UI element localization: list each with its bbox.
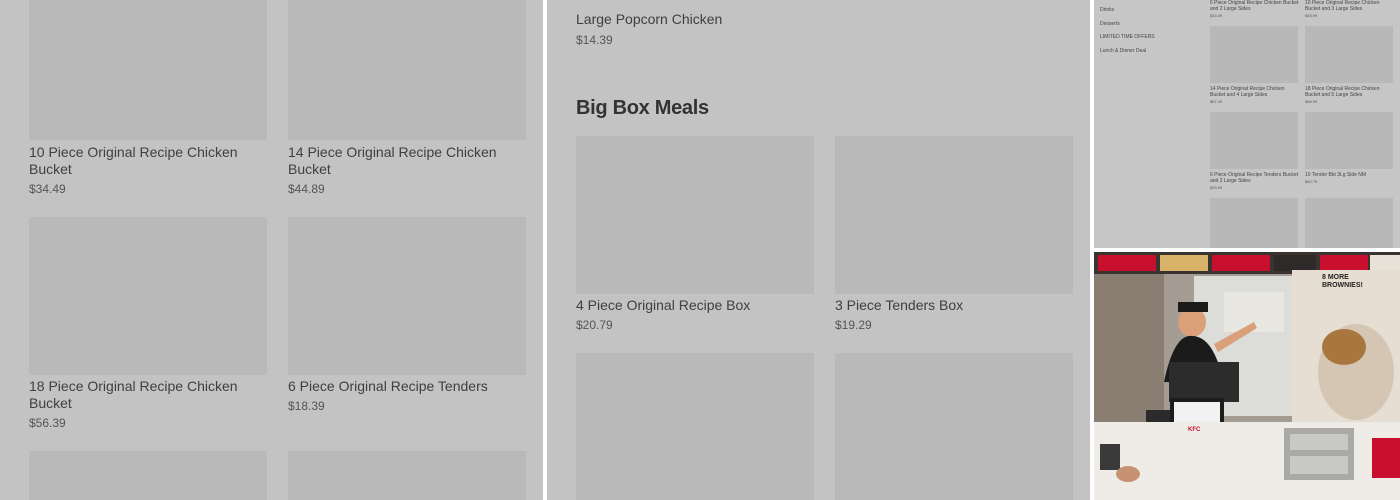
item-image[interactable] — [1305, 112, 1393, 169]
item-image[interactable] — [835, 136, 1073, 294]
item-image[interactable] — [29, 0, 267, 140]
item-name[interactable]: 14 Piece Original Recipe Chicken Bucket — [288, 144, 508, 178]
item-price: $19.29 — [835, 318, 872, 332]
item-name[interactable]: 6 Piece Original Recipe Tenders — [288, 378, 518, 395]
item-image[interactable] — [1210, 26, 1298, 83]
item-image[interactable] — [576, 353, 814, 500]
item-name[interactable]: 6 Piece Original Recipe Chicken Bucket a… — [1210, 0, 1300, 12]
sidebar-item-desserts[interactable]: Desserts — [1100, 21, 1120, 27]
item-image[interactable] — [1210, 112, 1298, 169]
item-image[interactable] — [1210, 198, 1298, 248]
item-name[interactable]: 4 Piece Original Recipe Box — [576, 297, 750, 314]
promo-text: 8 MORE BROWNIES! — [1322, 274, 1363, 289]
sidebar-item-drinks[interactable]: Drinks — [1100, 7, 1114, 13]
item-price: $20.79 — [576, 318, 613, 332]
item-image[interactable] — [288, 0, 526, 140]
item-price: $68.99 — [1305, 99, 1318, 104]
item-price: $29.69 — [1210, 185, 1223, 190]
item-price: $45.99 — [1305, 13, 1318, 18]
item-name[interactable]: Large Popcorn Chicken — [576, 11, 722, 28]
item-image[interactable] — [29, 451, 267, 500]
item-image[interactable] — [835, 353, 1073, 500]
item-name[interactable]: 18 Piece Original Recipe Chicken Bucket — [29, 378, 249, 412]
item-price: $40.79 — [1305, 179, 1318, 184]
sidebar-item-limited-time-offers[interactable]: LIMITED TIME OFFERS — [1100, 34, 1155, 40]
item-price: $34.49 — [1210, 13, 1223, 18]
item-name[interactable]: 10 Piece Original Recipe Chicken Bucket — [29, 144, 249, 178]
item-price: $34.49 — [29, 182, 66, 196]
restaurant-counter-photo: 8 MORE BROWNIES! KFC — [1094, 252, 1400, 500]
item-image[interactable] — [29, 217, 267, 375]
kiosk-brand-label: KFC — [1188, 427, 1201, 433]
item-name[interactable]: 10 Piece Original Recipe Chicken Bucket … — [1305, 0, 1395, 12]
item-price: $18.39 — [288, 399, 325, 413]
item-name[interactable]: 18 Piece Original Recipe Chicken Bucket … — [1305, 86, 1395, 98]
sidebar-item-lunch-dinner-deal[interactable]: Lunch & Dinner Deal — [1100, 48, 1146, 54]
item-image[interactable] — [1305, 198, 1393, 248]
menu-panel-small: Drinks Desserts LIMITED TIME OFFERS Lunc… — [1094, 0, 1400, 248]
item-name[interactable]: 3 Piece Tenders Box — [835, 297, 963, 314]
item-name[interactable]: 6 Piece Original Recipe Tenders Bucket a… — [1210, 172, 1300, 184]
item-name[interactable]: 10 Tender Bkt 3Lg Side NM — [1305, 172, 1395, 178]
item-price: $56.39 — [29, 416, 66, 430]
menu-panel-left: 10 Piece Original Recipe Chicken Bucket … — [0, 0, 543, 500]
item-image[interactable] — [288, 451, 526, 500]
item-price: $44.89 — [288, 182, 325, 196]
item-image[interactable] — [288, 217, 526, 375]
item-image[interactable] — [1305, 26, 1393, 83]
menu-panel-center: Large Popcorn Chicken $14.39 Big Box Mea… — [547, 0, 1090, 500]
item-name[interactable]: 14 Piece Original Recipe Chicken Bucket … — [1210, 86, 1300, 98]
item-price: $57.49 — [1210, 99, 1223, 104]
item-price: $14.39 — [576, 33, 613, 47]
item-image[interactable] — [576, 136, 814, 294]
section-title: Big Box Meals — [576, 97, 709, 119]
